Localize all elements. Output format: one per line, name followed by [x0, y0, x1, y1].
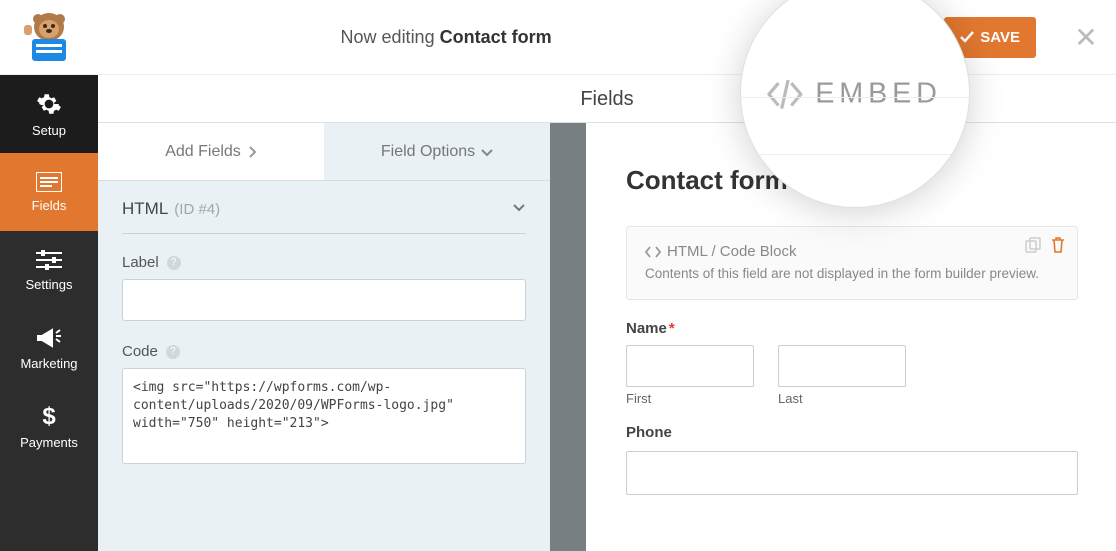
sidebar-item-marketing[interactable]: Marketing: [0, 309, 98, 387]
chevron-right-icon: [247, 146, 257, 158]
sidebar-item-label: Marketing: [20, 356, 77, 371]
list-icon: [36, 172, 62, 192]
duplicate-icon[interactable]: [1025, 237, 1041, 258]
last-name-input[interactable]: [778, 345, 906, 387]
phone-input[interactable]: [626, 451, 1078, 495]
help-icon[interactable]: ?: [166, 345, 180, 359]
help-icon[interactable]: ?: [167, 256, 181, 270]
code-label: Code?: [122, 343, 526, 360]
left-panel: Add Fields Field Options HTML (ID #4): [98, 123, 550, 551]
tab-add-fields[interactable]: Add Fields: [98, 123, 324, 180]
panel-divider[interactable]: [550, 123, 586, 551]
html-block-field[interactable]: HTML / Code Block Contents of this field…: [626, 226, 1078, 300]
code-icon: [645, 246, 661, 258]
code-icon: [768, 79, 803, 108]
html-block-title: HTML / Code Block: [667, 243, 797, 260]
sidebar-item-label: Fields: [32, 198, 67, 213]
first-name-input[interactable]: [626, 345, 754, 387]
sidebar-item-fields[interactable]: Fields: [0, 153, 98, 231]
tab-field-options[interactable]: Field Options: [324, 123, 550, 180]
sidebar-item-settings[interactable]: Settings: [0, 231, 98, 309]
chevron-down-icon: [481, 147, 493, 157]
trash-icon[interactable]: [1051, 237, 1065, 258]
name-field-label: Name*: [626, 320, 1078, 337]
first-name-sub: First: [626, 391, 754, 406]
check-icon: [960, 31, 974, 43]
close-icon[interactable]: ✕: [1066, 21, 1106, 54]
sidebar-item-label: Settings: [26, 277, 73, 292]
sliders-icon: [36, 249, 62, 271]
gear-icon: [36, 91, 62, 117]
sidebar-item-label: Setup: [32, 123, 66, 138]
dollar-icon: $: [40, 403, 58, 429]
last-name-sub: Last: [778, 391, 906, 406]
html-block-desc: Contents of this field are not displayed…: [645, 266, 1059, 281]
phone-field-label: Phone: [626, 424, 1078, 441]
chevron-down-icon: [512, 200, 526, 218]
svg-text:$: $: [42, 403, 56, 429]
sidebar: Setup Fields Settings Marketing $ Paymen…: [0, 75, 98, 551]
now-editing-label: Now editing Contact form: [98, 27, 794, 48]
sidebar-item-label: Payments: [20, 435, 78, 450]
code-textarea[interactable]: [122, 368, 526, 464]
sidebar-item-setup[interactable]: Setup: [0, 75, 98, 153]
field-header[interactable]: HTML (ID #4): [122, 199, 526, 234]
label-label: Label?: [122, 254, 526, 271]
field-id-label: (ID #4): [174, 201, 220, 218]
label-input[interactable]: [122, 279, 526, 321]
field-type-label: HTML: [122, 199, 168, 219]
sidebar-item-payments[interactable]: $ Payments: [0, 387, 98, 465]
megaphone-icon: [36, 326, 62, 350]
app-logo: [0, 0, 98, 75]
